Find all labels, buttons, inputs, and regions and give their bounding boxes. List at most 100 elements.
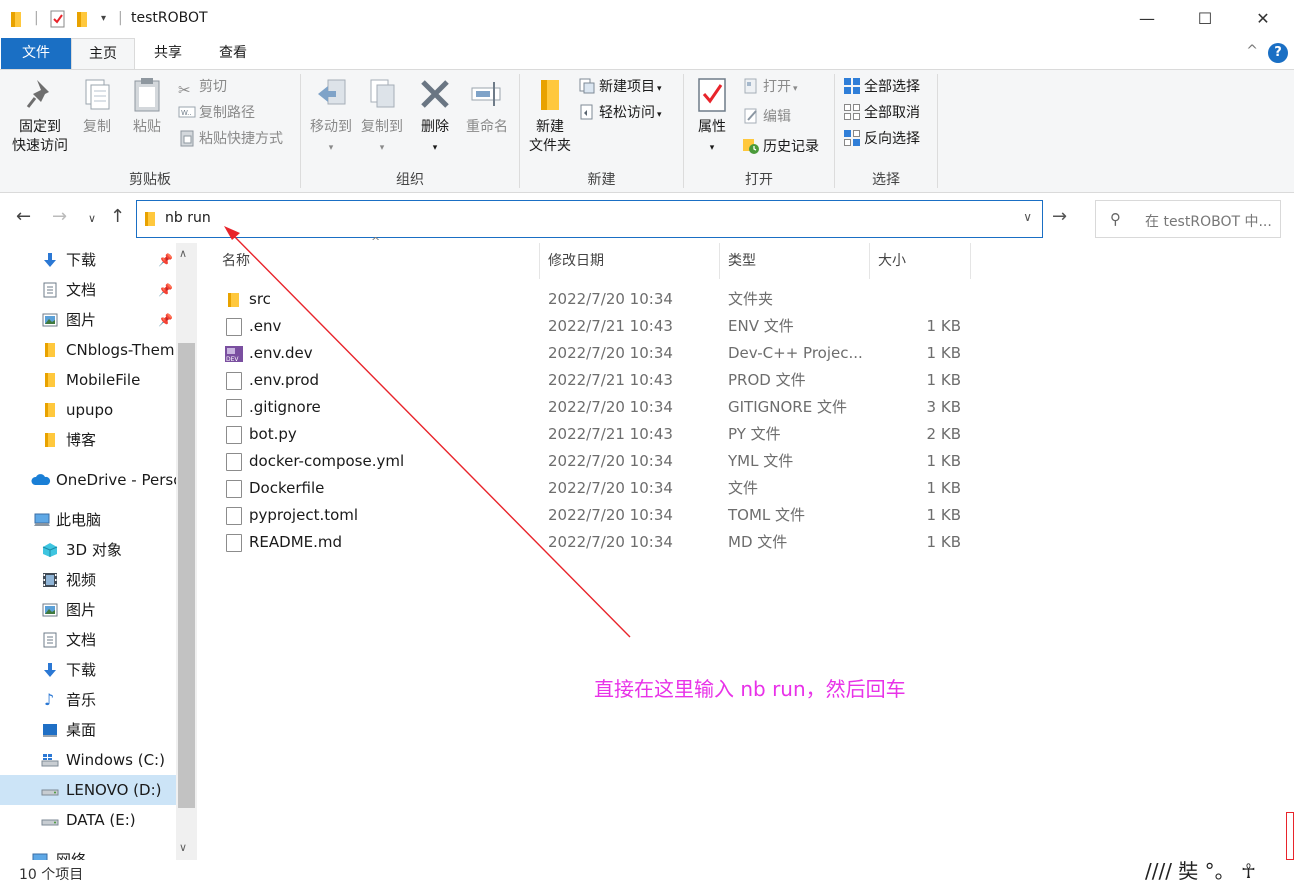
desktop-icon [43, 724, 57, 737]
scroll-up-icon[interactable]: ∧ [179, 247, 187, 260]
file-row[interactable]: pyproject.toml 2022/7/20 10:34 TOML 文件 1… [214, 502, 974, 529]
file-icon [226, 372, 242, 390]
nav-item-label: 网络 [56, 851, 87, 860]
move-to-button[interactable]: 移动到 ▾ [305, 76, 357, 158]
file-row[interactable]: README.md 2022/7/20 10:34 MD 文件 1 KB [214, 529, 974, 556]
nav-item-lenovo-d[interactable]: LENOVO (D:) [0, 775, 176, 805]
nav-item-label: 博客 [66, 431, 97, 449]
easy-access-icon [580, 104, 593, 120]
help-button[interactable]: ? [1268, 43, 1288, 63]
forward-arrow-icon[interactable]: → [52, 206, 67, 227]
scrollbar-thumb[interactable] [178, 343, 195, 808]
column-header-type[interactable]: 类型 [720, 243, 870, 279]
nav-item-this-pc[interactable]: 此电脑 [0, 505, 176, 535]
nav-item-downloads-pinned[interactable]: 下载 📌 [0, 245, 176, 275]
select-none-button[interactable]: 全部取消 [843, 102, 920, 124]
nav-item-upupo[interactable]: upupo [0, 395, 176, 425]
minimize-button[interactable]: — [1118, 0, 1176, 38]
address-bar[interactable]: nb run ∨ [136, 200, 1043, 238]
column-header-name[interactable]: 名称 [214, 243, 540, 279]
move-to-dropdown-icon: ▾ [328, 143, 334, 153]
download-icon [44, 663, 56, 677]
tab-share[interactable]: 共享 [137, 38, 199, 69]
nav-item-documents[interactable]: 文档 [0, 625, 176, 655]
nav-item-pictures-pinned[interactable]: 图片 📌 [0, 305, 176, 335]
nav-item-mobilefile[interactable]: MobileFile [0, 365, 176, 395]
pin-quick-access-button[interactable]: 固定到 快速访问 [6, 76, 74, 156]
tab-file[interactable]: 文件 [1, 38, 71, 69]
file-row[interactable]: .env 2022/7/21 10:43 ENV 文件 1 KB [214, 313, 974, 340]
up-arrow-icon[interactable]: ↑ [110, 206, 125, 227]
nav-item-documents-pinned[interactable]: 文档 📌 [0, 275, 176, 305]
tab-view[interactable]: 查看 [201, 38, 265, 69]
nav-item-pictures[interactable]: 图片 [0, 595, 176, 625]
column-header-date[interactable]: 修改日期 [540, 243, 720, 279]
copy-path-button[interactable]: W.. 复制路径 [178, 102, 255, 124]
nav-item-windows-c[interactable]: Windows (C:) [0, 745, 176, 775]
new-folder-button[interactable]: 新建 文件夹 [524, 76, 576, 156]
nav-item-3d-objects[interactable]: 3D 对象 [0, 535, 176, 565]
file-row[interactable]: docker-compose.yml 2022/7/20 10:34 YML 文… [214, 448, 974, 475]
search-box[interactable]: ⚲ 在 testROBOT 中... [1095, 200, 1281, 238]
new-item-button[interactable]: 新建项目 ▾ [578, 76, 662, 98]
nav-item-music[interactable]: ♪ 音乐 [0, 685, 176, 715]
copy-to-button[interactable]: 复制到 ▾ [357, 76, 407, 158]
properties-button[interactable]: 属性 ▾ [690, 76, 734, 158]
file-row[interactable]: Dockerfile 2022/7/20 10:34 文件 1 KB [214, 475, 974, 502]
collapse-ribbon-button[interactable]: ^ [1246, 43, 1258, 59]
easy-access-button[interactable]: 轻松访问 ▾ [578, 102, 662, 124]
search-input[interactable]: 在 testROBOT 中... [1145, 211, 1272, 231]
address-dropdown-icon[interactable]: ∨ [1023, 210, 1032, 224]
nav-item-desktop[interactable]: 桌面 [0, 715, 176, 745]
scissors-icon: ✂ [178, 81, 191, 99]
folder-icon [228, 293, 239, 307]
select-none-icon [844, 104, 860, 120]
back-arrow-icon[interactable]: ← [16, 206, 31, 227]
invert-selection-button[interactable]: 反向选择 [843, 128, 920, 150]
nav-scrollbar[interactable]: ∧ ∨ [176, 243, 197, 860]
file-icon [226, 480, 242, 498]
file-name: .env.dev [249, 344, 313, 362]
nav-item-network[interactable]: 网络 [0, 845, 176, 860]
edit-button[interactable]: 编辑 [742, 106, 791, 128]
file-row[interactable]: .env.prod 2022/7/21 10:43 PROD 文件 1 KB [214, 367, 974, 394]
recent-locations-chevron-icon[interactable]: ∨ [88, 212, 96, 225]
copy-button[interactable]: 复制 [76, 76, 118, 137]
nav-item-downloads[interactable]: 下载 [0, 655, 176, 685]
file-row[interactable]: DEV .env.dev 2022/7/20 10:34 Dev-C++ Pro… [214, 340, 974, 367]
new-folder-icon[interactable] [76, 10, 90, 28]
nav-item-onedrive[interactable]: OneDrive - Perso [0, 465, 176, 495]
cut-button[interactable]: ✂ 剪切 [178, 76, 227, 99]
paste-shortcut-button[interactable]: 粘贴快捷方式 [178, 128, 283, 150]
select-all-button[interactable]: 全部选择 [843, 76, 920, 98]
qat-customize-icon[interactable]: ▾ [101, 13, 106, 31]
file-date: 2022/7/20 10:34 [548, 479, 673, 497]
scroll-down-icon[interactable]: ∨ [179, 841, 187, 854]
close-button[interactable]: ✕ [1234, 0, 1292, 38]
column-header-size[interactable]: 大小 [870, 243, 971, 279]
nav-item-cnblogs-theme[interactable]: CNblogs-Them [0, 335, 176, 365]
delete-dropdown-icon: ▾ [432, 143, 438, 153]
nav-item-videos[interactable]: 视频 [0, 565, 176, 595]
properties-icon[interactable] [50, 10, 66, 28]
open-button[interactable]: 打开 ▾ [742, 76, 798, 98]
nav-item-blog[interactable]: 博客 [0, 425, 176, 455]
clipboard-icon [134, 78, 160, 112]
file-row[interactable]: .gitignore 2022/7/20 10:34 GITIGNORE 文件 … [214, 394, 974, 421]
rename-button[interactable]: 重命名 [461, 76, 513, 137]
nav-item-label: 下载 [66, 661, 97, 679]
nav-item-label: 文档 [66, 281, 97, 299]
file-name: src [249, 290, 271, 308]
paste-button[interactable]: 粘贴 [124, 76, 170, 137]
maximize-button[interactable]: ☐ [1176, 0, 1234, 38]
nav-item-data-e[interactable]: DATA (E:) [0, 805, 176, 835]
history-button[interactable]: 历史记录 [742, 136, 819, 158]
file-size: 1 KB [926, 371, 961, 389]
file-row[interactable]: bot.py 2022/7/21 10:43 PY 文件 2 KB [214, 421, 974, 448]
address-input[interactable]: nb run [165, 210, 211, 226]
go-arrow-icon[interactable]: → [1052, 206, 1067, 227]
delete-button[interactable]: 删除 ▾ [415, 76, 455, 158]
file-row[interactable]: src 2022/7/20 10:34 文件夹 [214, 286, 974, 313]
tab-home[interactable]: 主页 [71, 38, 135, 70]
nav-item-label: Windows (C:) [66, 751, 165, 769]
